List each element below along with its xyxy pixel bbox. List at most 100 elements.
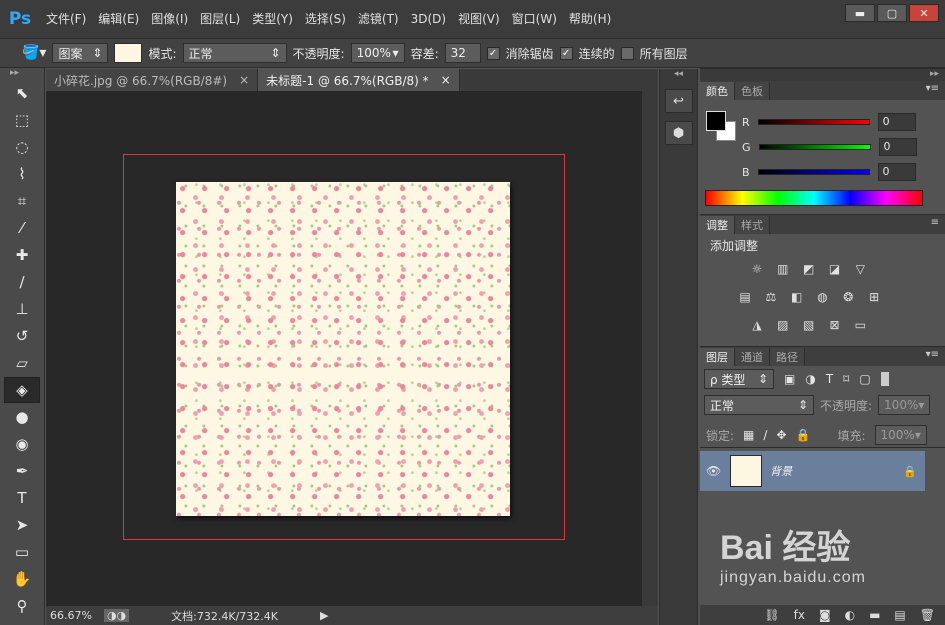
marquee-tool-icon[interactable]: ⬚: [4, 107, 40, 133]
paint-bucket-tool-icon[interactable]: ◈: [4, 377, 40, 403]
brightness-icon[interactable]: ☼: [748, 261, 766, 277]
menu-window[interactable]: 窗口(W): [506, 0, 563, 38]
gradient-map-icon[interactable]: ▭: [851, 317, 869, 333]
quick-select-tool-icon[interactable]: ⌇: [4, 161, 40, 187]
red-value[interactable]: 0: [877, 113, 916, 131]
panel-menu-icon[interactable]: ≡: [931, 217, 939, 228]
zoom-level[interactable]: 66.67%: [50, 609, 92, 622]
crop-tool-icon[interactable]: ⌗: [4, 188, 40, 214]
black-white-icon[interactable]: ◧: [788, 289, 806, 305]
eyedropper-tool-icon[interactable]: ⁄: [4, 215, 40, 241]
healing-brush-tool-icon[interactable]: ✚: [4, 242, 40, 268]
type-tool-icon[interactable]: T: [4, 485, 40, 511]
menu-help[interactable]: 帮助(H): [563, 0, 617, 38]
mode-select[interactable]: 正常 ⇕: [182, 43, 287, 63]
filter-type-icon[interactable]: T: [826, 372, 833, 386]
menu-3d[interactable]: 3D(D): [405, 0, 452, 38]
menu-image[interactable]: 图像(I): [145, 0, 194, 38]
eraser-tool-icon[interactable]: ▱: [4, 350, 40, 376]
new-layer-icon[interactable]: ▤: [894, 608, 905, 622]
layer-filter-select[interactable]: ρ 类型 ⇕: [704, 369, 774, 389]
exposure-icon[interactable]: ◪: [825, 261, 843, 277]
menu-type[interactable]: 类型(Y): [246, 0, 299, 38]
path-select-tool-icon[interactable]: ➤: [4, 512, 40, 538]
zoom-tool-icon[interactable]: ⚲: [4, 593, 40, 619]
tab-paths[interactable]: 路径: [770, 348, 805, 366]
brush-tool-icon[interactable]: ∕: [4, 269, 40, 295]
tab-document-1[interactable]: 小碎花.jpg @ 66.7%(RGB/8#) ×: [46, 69, 259, 91]
canvas-area[interactable]: [46, 91, 642, 606]
move-tool-icon[interactable]: ⬉: [4, 80, 40, 106]
filter-toggle[interactable]: [880, 372, 889, 386]
all-layers-checkbox[interactable]: [620, 46, 634, 60]
tab-layers[interactable]: 图层: [700, 348, 735, 366]
menu-view[interactable]: 视图(V): [452, 0, 506, 38]
blur-tool-icon[interactable]: ●: [4, 404, 40, 430]
vertical-scrollbar[interactable]: [642, 91, 658, 606]
curves-icon[interactable]: ◩: [800, 261, 818, 277]
document-canvas[interactable]: [176, 182, 510, 516]
paint-bucket-icon[interactable]: 🪣▾: [22, 45, 46, 61]
fill-input[interactable]: 100% ▾: [874, 425, 927, 445]
lock-transparency-icon[interactable]: ▦: [743, 428, 754, 442]
tab-channels[interactable]: 通道: [735, 348, 770, 366]
contiguous-checkbox[interactable]: ✓: [559, 46, 573, 60]
antialias-checkbox[interactable]: ✓: [486, 46, 500, 60]
filter-pixel-icon[interactable]: ▣: [784, 372, 795, 386]
lock-all-icon[interactable]: 🔒: [796, 428, 811, 442]
toolbar-expand-icon[interactable]: ▸▸: [0, 68, 44, 80]
new-group-icon[interactable]: ▬: [869, 608, 880, 622]
posterize-icon[interactable]: ▨: [774, 317, 792, 333]
menu-file[interactable]: 文件(F): [40, 0, 92, 38]
lasso-tool-icon[interactable]: ◌: [4, 134, 40, 160]
menu-select[interactable]: 选择(S): [299, 0, 352, 38]
menu-edit[interactable]: 编辑(E): [92, 0, 145, 38]
filter-smart-icon[interactable]: ▢: [859, 372, 870, 386]
photo-filter-icon[interactable]: ◍: [813, 289, 831, 305]
lock-position-icon[interactable]: ✥: [776, 428, 786, 442]
channel-mixer-icon[interactable]: ❂: [839, 289, 857, 305]
tab-swatches[interactable]: 色板: [735, 82, 770, 100]
maximize-button[interactable]: ▢: [877, 4, 907, 22]
3d-panel-icon[interactable]: ⬢: [664, 121, 693, 145]
foreground-color-swatch[interactable]: [706, 111, 726, 131]
threshold-icon[interactable]: ▧: [800, 317, 818, 333]
color-spectrum-bar[interactable]: [705, 190, 923, 206]
tab-document-2[interactable]: 未标题-1 @ 66.7%(RGB/8) * ×: [258, 69, 460, 91]
stamp-tool-icon[interactable]: ⊥: [4, 296, 40, 322]
red-slider[interactable]: [757, 119, 870, 125]
lock-pixels-icon[interactable]: ∕: [763, 428, 767, 442]
new-adjustment-icon[interactable]: ◐: [845, 608, 855, 622]
link-layers-icon[interactable]: ⛓: [764, 608, 779, 622]
tab-adjustments[interactable]: 调整: [700, 216, 735, 234]
opacity-input[interactable]: 100% ▾: [350, 43, 405, 63]
dodge-tool-icon[interactable]: ◉: [4, 431, 40, 457]
history-brush-tool-icon[interactable]: ↺: [4, 323, 40, 349]
minimize-button[interactable]: ▬: [845, 4, 875, 22]
shape-tool-icon[interactable]: ▭: [4, 539, 40, 565]
history-panel-icon[interactable]: ↩: [664, 89, 693, 113]
panel-menu-icon[interactable]: ▾≡: [926, 349, 939, 360]
triangle-right-icon[interactable]: ▶: [320, 609, 328, 622]
green-slider[interactable]: [758, 144, 871, 150]
menu-filter[interactable]: 滤镜(T): [352, 0, 405, 38]
close-icon[interactable]: ×: [239, 73, 249, 87]
selective-color-icon[interactable]: ⊠: [825, 317, 843, 333]
invert-icon[interactable]: ◮: [748, 317, 766, 333]
tolerance-input[interactable]: 32: [444, 43, 481, 63]
close-button[interactable]: ✕: [909, 4, 939, 22]
blue-value[interactable]: 0: [877, 163, 916, 181]
tab-color[interactable]: 颜色: [700, 82, 735, 100]
close-icon[interactable]: ×: [441, 73, 451, 87]
layer-row-background[interactable]: 👁 背景 🔒: [700, 451, 925, 491]
layer-opacity-input[interactable]: 100% ▾: [878, 395, 931, 415]
eye-icon[interactable]: 👁: [706, 464, 722, 478]
add-mask-icon[interactable]: ◙: [819, 608, 831, 622]
blend-mode-select[interactable]: 正常 ⇕: [704, 395, 814, 415]
pattern-picker[interactable]: [114, 43, 143, 63]
panel-menu-icon[interactable]: ▾≡: [926, 83, 939, 94]
dock-collapse-icon[interactable]: ◂◂: [660, 69, 697, 81]
tab-styles[interactable]: 样式: [735, 216, 770, 234]
menu-layer[interactable]: 图层(L): [194, 0, 246, 38]
hue-saturation-icon[interactable]: ▤: [736, 289, 754, 305]
